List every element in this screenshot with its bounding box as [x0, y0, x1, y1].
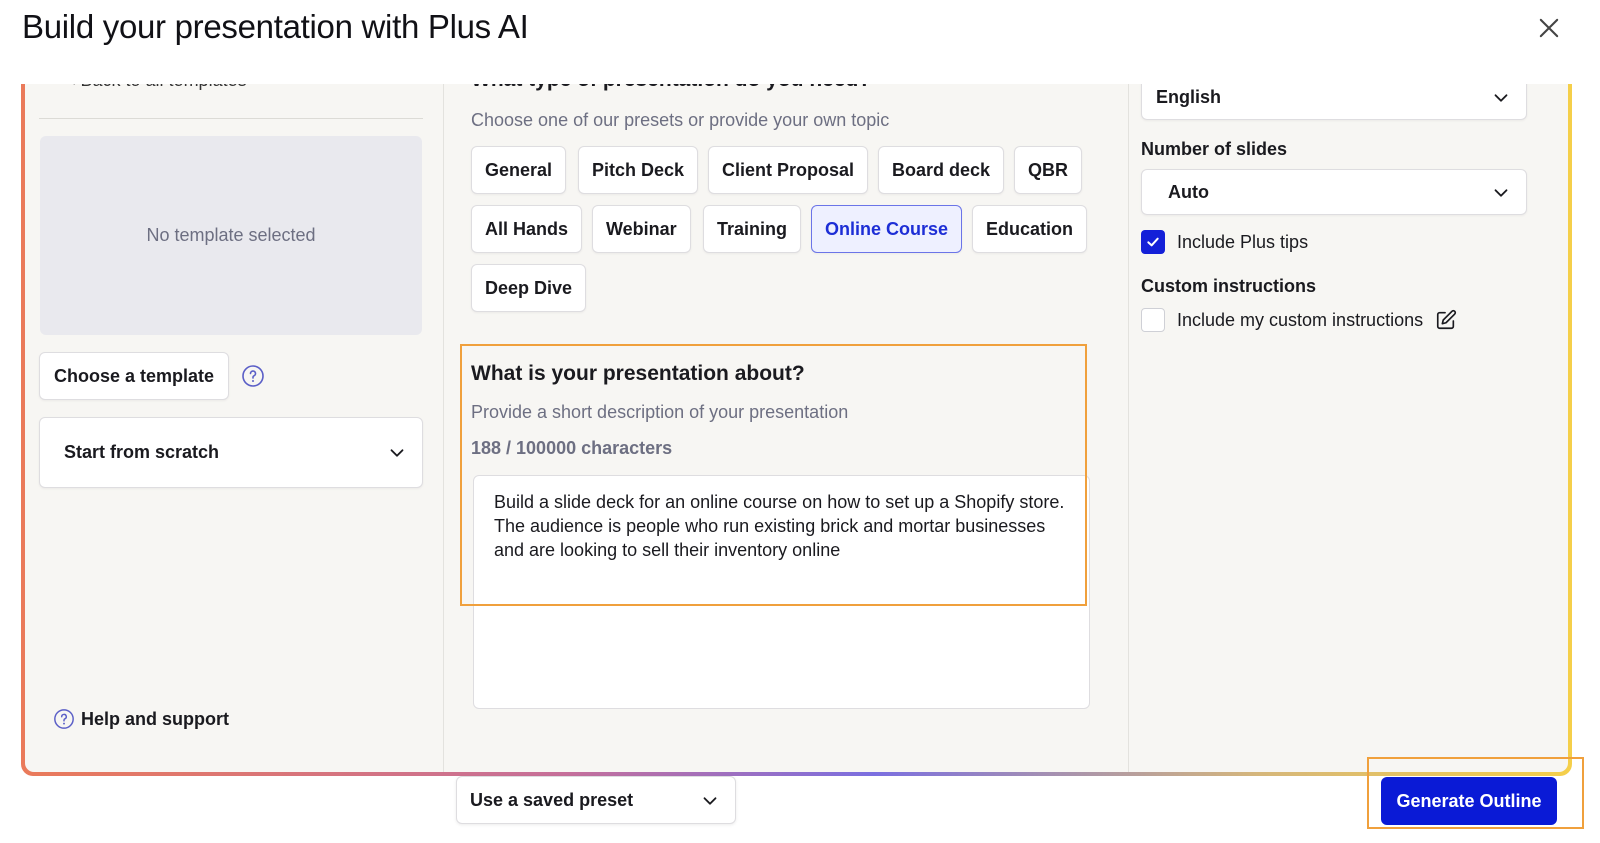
help-question-icon[interactable]	[241, 364, 265, 388]
choose-template-button[interactable]: Choose a template	[39, 352, 230, 400]
builder-panel: < Back to all templates No template sele…	[21, 60, 1572, 776]
check-icon	[1147, 237, 1159, 247]
preset-chip-deep-dive[interactable]: Deep Dive	[471, 264, 587, 312]
generate-outline-button[interactable]: Generate Outline	[1381, 777, 1557, 825]
modal-header: Build your presentation with Plus AI	[0, 0, 1600, 84]
preset-chip-client-proposal[interactable]: Client Proposal	[708, 146, 869, 194]
about-subtitle: Provide a short description of your pres…	[471, 402, 849, 422]
help-and-support-label: Help and support	[81, 708, 229, 729]
template-preview: No template selected	[40, 136, 422, 335]
close-icon[interactable]	[1535, 14, 1563, 42]
chevron-down-icon	[1494, 94, 1508, 102]
scratch-select-value: Start from scratch	[64, 442, 220, 462]
number-of-slides-select[interactable]: Auto	[1141, 169, 1527, 215]
preset-chip-board-deck[interactable]: Board deck	[878, 146, 1005, 194]
number-of-slides-label: Number of slides	[1141, 139, 1288, 159]
chevron-down-icon	[390, 449, 404, 457]
about-heading: What is your presentation about?	[471, 362, 805, 385]
preset-chip-general[interactable]: General	[471, 146, 567, 194]
divider	[39, 118, 423, 119]
saved-preset-value: Use a saved preset	[470, 789, 634, 810]
left-column: < Back to all templates No template sele…	[25, 60, 444, 772]
help-and-support-link[interactable]: Help and support	[53, 708, 229, 730]
modal-title: Build your presentation with Plus AI	[22, 8, 529, 45]
help-circle-icon	[54, 709, 74, 729]
preset-chip-webinar[interactable]: Webinar	[592, 205, 691, 253]
middle-column: What type of presentation do you need? C…	[435, 60, 1128, 772]
chevron-down-icon	[703, 797, 717, 805]
preset-chip-pitch-deck[interactable]: Pitch Deck	[578, 146, 699, 194]
include-plus-tips-option[interactable]: Include Plus tips	[1141, 230, 1308, 254]
character-count: 188 / 100000 characters	[471, 438, 673, 458]
template-preview-text: No template selected	[146, 225, 316, 245]
presentation-description-textarea[interactable]: Build a slide deck for an online course …	[473, 475, 1090, 709]
language-select-value: English	[1156, 86, 1222, 107]
include-custom-instructions-option[interactable]: Include my custom instructions	[1141, 308, 1457, 332]
custom-instructions-heading: Custom instructions	[1141, 276, 1317, 296]
custom-instructions-checkbox[interactable]	[1141, 308, 1165, 332]
saved-preset-select[interactable]: Use a saved preset	[456, 776, 736, 824]
preset-chip-education[interactable]: Education	[972, 205, 1088, 253]
chevron-down-icon	[1494, 189, 1508, 197]
presentation-type-subtitle: Choose one of our presets or provide you…	[471, 110, 890, 130]
slides-select-value: Auto	[1168, 181, 1209, 202]
plus-tips-label: Include Plus tips	[1177, 231, 1309, 252]
start-from-scratch-select[interactable]: Start from scratch	[39, 417, 423, 488]
plus-tips-checkbox[interactable]	[1141, 230, 1165, 254]
custom-instructions-label: Include my custom instructions	[1177, 309, 1424, 330]
preset-chip-online-course[interactable]: Online Course	[811, 205, 963, 253]
preset-chip-training[interactable]: Training	[703, 205, 802, 253]
edit-icon[interactable]	[1435, 309, 1457, 331]
right-column: English Number of slides Auto Include Pl…	[1128, 60, 1568, 772]
preset-chip-all-hands[interactable]: All Hands	[471, 205, 583, 253]
preset-chip-qbr[interactable]: QBR	[1014, 146, 1082, 194]
